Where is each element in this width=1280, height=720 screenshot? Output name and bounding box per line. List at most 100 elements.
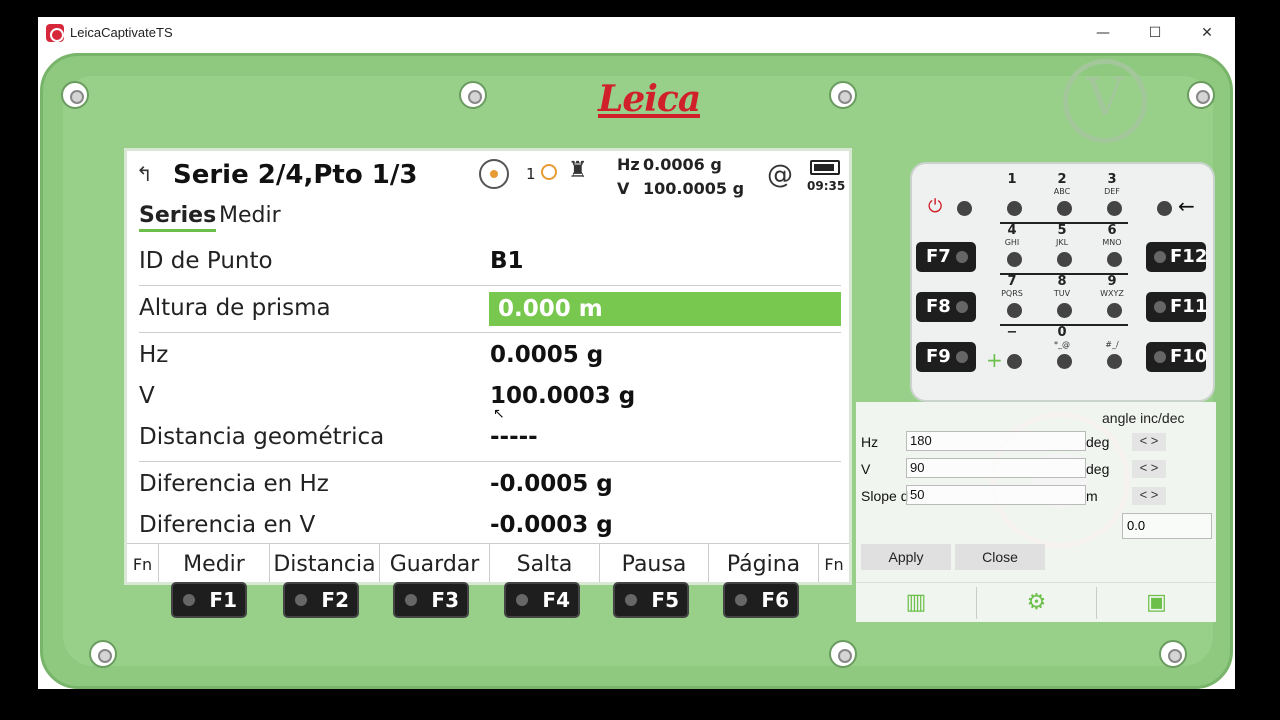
- softkey-distancia[interactable]: Distancia: [270, 544, 380, 582]
- hz-difference-row: Diferencia en Hz -0.0005 g: [139, 463, 841, 509]
- row-value: 100.0003 g: [490, 383, 636, 409]
- f1-key[interactable]: F1: [171, 582, 247, 618]
- tab-medir[interactable]: Medir: [219, 203, 281, 228]
- f12-key[interactable]: F12: [1146, 242, 1207, 272]
- step-input[interactable]: 0.0: [1122, 513, 1212, 539]
- softkey-salta[interactable]: Salta: [490, 544, 600, 582]
- row-label: ID de Punto: [139, 248, 273, 274]
- screw-icon: [829, 81, 857, 109]
- row-label: V: [139, 383, 155, 409]
- f8-key[interactable]: F8: [916, 292, 976, 322]
- tab-series[interactable]: Series: [139, 203, 217, 232]
- softkey-pagina[interactable]: Página: [709, 544, 819, 582]
- close-window-button[interactable]: ✕: [1184, 17, 1230, 49]
- key-7[interactable]: [1007, 303, 1022, 318]
- key-4[interactable]: [1007, 252, 1022, 267]
- key-sublabel: PQRS: [1001, 289, 1023, 298]
- maximize-button[interactable]: ☐: [1132, 17, 1178, 49]
- mouse-cursor-icon: ↖: [493, 406, 505, 422]
- key-sublabel: *_@: [1054, 340, 1070, 349]
- backspace-key[interactable]: [1157, 201, 1172, 216]
- f11-key[interactable]: F11: [1146, 292, 1207, 322]
- softkey-guardar[interactable]: Guardar: [380, 544, 490, 582]
- softkey-medir[interactable]: Medir: [159, 544, 270, 582]
- row-value: 0.000 m: [498, 296, 603, 322]
- key-label: 7: [1007, 274, 1017, 289]
- camera-settings-icon[interactable]: ▣: [1096, 587, 1216, 619]
- target-icon[interactable]: [479, 159, 509, 189]
- slope-unit: m: [1086, 488, 1098, 504]
- f7-key[interactable]: F7: [916, 242, 976, 272]
- status-time: 09:35: [807, 179, 846, 193]
- hz-stepper[interactable]: < >: [1132, 433, 1166, 451]
- prism-icon[interactable]: [541, 164, 557, 180]
- key-label: 9: [1107, 274, 1117, 289]
- key-2[interactable]: [1057, 201, 1072, 216]
- power-icon[interactable]: ⏻: [928, 196, 942, 217]
- key-label: 1: [1007, 172, 1017, 187]
- hz-input[interactable]: 180: [906, 431, 1086, 451]
- bars-icon[interactable]: ▥: [856, 587, 976, 619]
- row-label: Distancia geométrica: [139, 424, 385, 450]
- row-value: -0.0003 g: [490, 512, 613, 538]
- softkey-fn-right[interactable]: Fn: [819, 544, 849, 582]
- point-id-row[interactable]: ID de Punto B1: [139, 240, 841, 286]
- key-0[interactable]: [1057, 354, 1072, 369]
- key-sublabel: GHI: [1004, 238, 1020, 247]
- row-label: Hz: [139, 342, 169, 368]
- key-hash[interactable]: [1107, 354, 1122, 369]
- f6-key[interactable]: F6: [723, 582, 799, 618]
- softkey-pausa[interactable]: Pausa: [600, 544, 709, 582]
- softkey-fn-left[interactable]: Fn: [127, 544, 159, 582]
- settings-gears-icon[interactable]: ⚙: [976, 587, 1096, 619]
- f9-key[interactable]: F9: [916, 342, 976, 372]
- key-5[interactable]: [1057, 252, 1072, 267]
- prism-height-row[interactable]: Altura de prisma 0.000 m: [139, 287, 841, 333]
- title-bar: LeicaCaptivateTS — ☐ ✕: [38, 17, 1235, 49]
- screw-icon: [61, 81, 89, 109]
- key-dot: [1154, 251, 1166, 263]
- key-dot: [956, 351, 968, 363]
- key-9[interactable]: [1107, 303, 1122, 318]
- panel-heading: angle inc/dec: [1102, 410, 1185, 426]
- key-1[interactable]: [1007, 201, 1022, 216]
- f10-key[interactable]: F10: [1146, 342, 1207, 372]
- row-label: Altura de prisma: [139, 295, 331, 321]
- panel-toolbar: ▥ ⚙ ▣: [856, 582, 1216, 622]
- prism-height-field[interactable]: 0.000 m: [489, 292, 841, 326]
- key-label: 2: [1057, 172, 1067, 187]
- key-sublabel: ABC: [1053, 187, 1071, 196]
- f5-key[interactable]: F5: [613, 582, 689, 618]
- leica-logo: Leica: [598, 78, 701, 120]
- v-stepper[interactable]: < >: [1132, 460, 1166, 478]
- f3-key[interactable]: F3: [393, 582, 469, 618]
- key-sublabel: WXYZ: [1100, 289, 1124, 298]
- key-dot: [956, 251, 968, 263]
- instrument-icon[interactable]: ♜: [568, 158, 588, 183]
- v-input[interactable]: 90: [906, 458, 1086, 478]
- power-key[interactable]: [957, 201, 972, 216]
- minimize-button[interactable]: —: [1080, 17, 1126, 49]
- row-value: -----: [490, 424, 538, 450]
- screw-icon: [1159, 640, 1187, 668]
- f4-key[interactable]: F4: [504, 582, 580, 618]
- close-button[interactable]: Close: [955, 544, 1045, 570]
- at-icon[interactable]: @: [767, 160, 793, 190]
- f2-key[interactable]: F2: [283, 582, 359, 618]
- key-8[interactable]: [1057, 303, 1072, 318]
- slope-input[interactable]: 50: [906, 485, 1086, 505]
- apply-button[interactable]: Apply: [861, 544, 951, 570]
- key-label: 3: [1107, 172, 1117, 187]
- slope-label: Slope d: [861, 488, 909, 504]
- key-label: F8: [926, 296, 951, 317]
- key-label: 6: [1107, 223, 1117, 238]
- key-3[interactable]: [1107, 201, 1122, 216]
- screen-header: ↰ Serie 2/4,Pto 1/3 1 ♜ Hz 0.0006 g V 10…: [127, 151, 849, 198]
- back-arrow-icon[interactable]: ↰: [136, 162, 153, 186]
- leica-app-icon: [46, 24, 64, 42]
- key-label: 0: [1057, 325, 1067, 340]
- slope-stepper[interactable]: < >: [1132, 487, 1166, 505]
- key-6[interactable]: [1107, 252, 1122, 267]
- key-minus[interactable]: [1007, 354, 1022, 369]
- key-dot: [1154, 351, 1166, 363]
